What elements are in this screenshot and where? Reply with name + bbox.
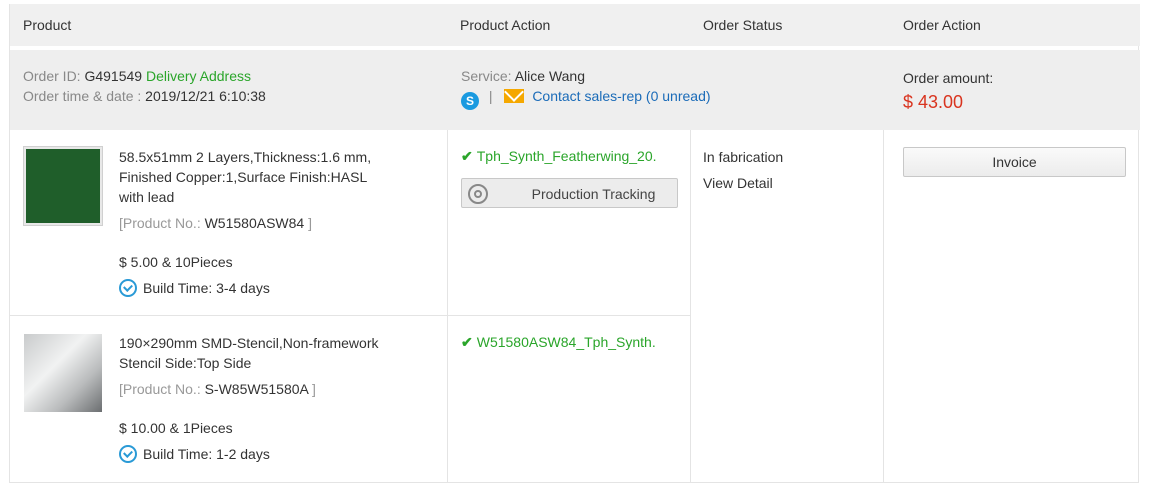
build-time-text: Build Time: 3-4 days [143,280,270,296]
mail-icon [504,89,525,103]
order-status-text: In fabrication [703,149,784,165]
item-desc-line: with lead [119,189,175,205]
order-id-line: Order ID: G491549 Delivery Address [23,66,251,86]
item-desc-line: 58.5x51mm 2 Layers,Thickness:1.6 mm, [119,149,372,165]
invoice-button[interactable]: Invoice [903,147,1126,177]
production-tracking-label: Production Tracking [531,186,656,202]
product-number-label: [Product No.: [119,381,201,397]
product-number: [Product No.: S-W85W51580A ] [119,379,316,399]
table-header: Product Product Action Order Status Orde… [10,4,1140,46]
item-price: $ 10.00 & 1Pieces [119,420,233,436]
check-icon: ✔ [461,334,473,350]
file-name-text: W51580ASW84_Tph_Synth. [476,334,656,350]
separator: | [488,88,493,104]
product-number: [Product No.: W51580ASW84 ] [119,213,312,233]
column-divider [883,130,884,483]
contact-sales-rep-link[interactable]: Contact sales-rep (0 unread) [532,88,710,104]
service-label: Service: [461,68,512,84]
order-id-value: G491549 [84,68,143,84]
skype-icon[interactable]: S [461,92,479,110]
stencil-thumbnail[interactable] [24,334,102,412]
item-desc-line: Stencil Side:Top Side [119,355,252,371]
order-card: Product Product Action Order Status Orde… [9,4,1140,483]
header-product: Product [23,17,72,33]
product-number-value: S-W85W51580A [204,381,309,397]
delivery-address-link[interactable]: Delivery Address [146,68,251,84]
order-time-label: Order time & date : [23,88,142,104]
check-icon: ✔ [461,148,473,164]
production-tracking-button[interactable]: Production Tracking [461,178,678,208]
order-time-line: Order time & date : 2019/12/21 6:10:38 [23,86,266,106]
product-number-close: ] [308,215,312,231]
file-name-text: Tph_Synth_Featherwing_20. [476,148,657,164]
item-desc-line: 190×290mm SMD-Stencil,Non-framework [119,335,379,351]
service-name: Alice Wang [514,68,585,84]
file-name[interactable]: ✔ W51580ASW84_Tph_Synth. [461,334,656,351]
order-id-label: Order ID: [23,68,81,84]
build-time-icon [119,445,137,463]
pcb-thumbnail[interactable] [23,146,103,226]
build-time: Build Time: 1-2 days [119,444,270,464]
order-amount-label: Order amount: [903,70,994,86]
product-number-close: ] [311,381,316,397]
product-number-value: W51580ASW84 [204,215,305,231]
service-line: Service: Alice Wang [461,66,585,86]
product-number-label: [Product No.: [119,215,201,231]
order-summary: Order ID: G491549 Delivery Address Order… [10,50,1140,130]
item-desc-line: Finished Copper:1,Surface Finish:HASL [119,169,368,185]
build-time-text: Build Time: 1-2 days [143,446,270,462]
view-detail-link[interactable]: View Detail [703,173,773,193]
order-time-value: 2019/12/21 6:10:38 [145,88,266,104]
order-amount-value: $ 43.00 [903,92,964,112]
contact-line: S | Contact sales-rep (0 unread) [461,86,711,110]
build-time: Build Time: 3-4 days [119,278,270,298]
header-order-status: Order Status [703,17,783,33]
column-divider [690,130,691,483]
column-divider [447,130,448,483]
file-name[interactable]: ✔ Tph_Synth_Featherwing_20. [461,148,657,165]
header-product-action: Product Action [460,17,551,33]
item-price: $ 5.00 & 10Pieces [119,254,233,270]
row-divider [10,315,691,316]
header-order-action: Order Action [903,17,981,33]
build-time-icon [119,279,137,297]
